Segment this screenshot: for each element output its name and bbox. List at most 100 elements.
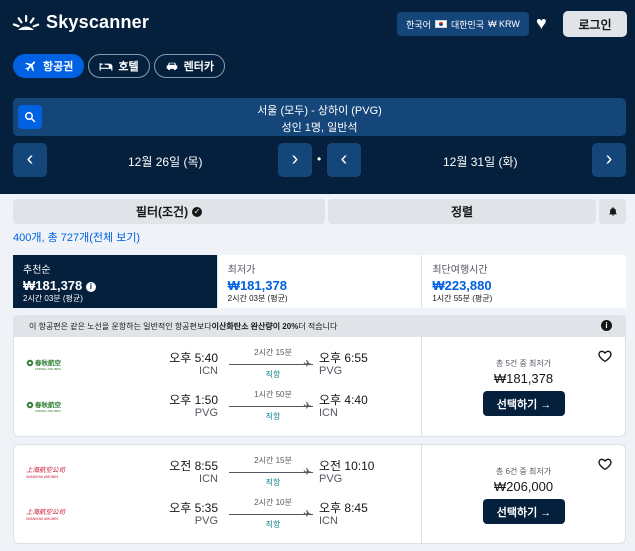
departure-airport: PVG xyxy=(194,407,218,419)
filter-button[interactable]: 필터(조건) ✓ xyxy=(13,199,325,224)
svg-text:上海航空公司: 上海航空公司 xyxy=(26,466,67,474)
locale-selector[interactable]: 한국어 대한민국 ₩ KRW xyxy=(397,12,529,36)
arrival-airport: PVG xyxy=(319,365,343,377)
return-leg: 上海航空公司 SHANGHAI AIRLINES 오후 5:35 PVG 2시간… xyxy=(14,497,423,537)
spring-airlines-logo: 春秋航空 SPRING AIRLINES xyxy=(26,357,68,371)
sort-tabs: 추천순 ₩181,378 i 2시간 03분 (평균) 최저가 ₩181,378… xyxy=(13,255,627,308)
shanghai-airlines-logo-icon: 上海航空公司 SHANGHAI AIRLINES xyxy=(26,508,67,521)
plane-icon xyxy=(25,61,36,72)
chevron-left-icon: ‹ xyxy=(26,148,34,170)
route-line xyxy=(229,406,313,407)
flight-card[interactable]: 上海航空公司 SHANGHAI AIRLINES 오전 8:55 ICN 2시간… xyxy=(13,444,626,544)
spring-airlines-logo: 春秋航空 SPRING AIRLINES xyxy=(26,399,68,413)
eco-banner-suffix: 더 적습니다 xyxy=(298,321,338,331)
flight-price: ₩181,378 xyxy=(493,371,554,386)
departure-time: 오후 1:50 xyxy=(169,393,218,407)
price-panel: 총 5건 중 최저가 ₩181,378 선택하기 → xyxy=(421,337,625,436)
sort-tab-fastest[interactable]: 최단여행시간 ₩223,880 1시간 55분 (평균) xyxy=(422,255,627,308)
bed-icon xyxy=(99,63,113,71)
departure-time: 오전 8:55 xyxy=(169,459,218,473)
logo-text: Skyscanner xyxy=(46,12,150,32)
korea-flag-icon xyxy=(434,20,447,28)
stops-label: 직항 xyxy=(265,370,281,379)
login-button[interactable]: 로그인 xyxy=(563,11,627,37)
departure-airport: PVG xyxy=(194,515,218,527)
sort-tab-best[interactable]: 추천순 ₩181,378 i 2시간 03분 (평균) xyxy=(13,255,218,308)
tab-carhire[interactable]: 렌터카 xyxy=(153,54,225,78)
arrival-airport: PVG xyxy=(319,473,343,485)
bell-icon xyxy=(608,207,617,216)
stops-label: 직항 xyxy=(265,478,281,487)
arrival-airport: ICN xyxy=(319,407,338,419)
vertical-tabs: 항공권 호텔 렌터카 xyxy=(13,54,225,78)
sort-tab-label: 최저가 xyxy=(227,265,256,276)
tab-hotels[interactable]: 호텔 xyxy=(88,54,150,78)
depart-prev-button[interactable]: ‹ xyxy=(13,143,47,177)
price-panel: 총 6건 중 최저가 ₩206,000 선택하기 → xyxy=(421,445,625,543)
route-line xyxy=(229,514,313,515)
svg-text:上海航空公司: 上海航空公司 xyxy=(26,508,67,516)
return-prev-button[interactable]: ‹ xyxy=(327,143,361,177)
sunrise-logo-icon xyxy=(12,14,40,30)
depart-next-button[interactable]: › xyxy=(278,143,312,177)
svg-text:SPRING AIRLINES: SPRING AIRLINES xyxy=(35,409,61,413)
flight-price: ₩206,000 xyxy=(493,479,554,494)
route-line xyxy=(229,364,313,365)
date-separator: • xyxy=(317,152,322,166)
sort-tab-duration: 2시간 03분 (평균) xyxy=(227,294,288,303)
skyscanner-logo[interactable]: Skyscanner xyxy=(12,12,149,33)
filter-label: 필터(조건) xyxy=(135,205,189,219)
search-summary[interactable]: 서울 (모두) - 상하이 (PVG) 성인 1명, 일반석 xyxy=(13,98,626,136)
flight-duration: 2시간 15분 xyxy=(254,348,292,357)
departure-airport: ICN xyxy=(199,473,218,485)
return-date[interactable]: 12월 31일 (화) xyxy=(443,153,517,170)
flight-duration: 2시간 10분 xyxy=(254,498,292,507)
language-label: 한국어 xyxy=(406,19,431,30)
shanghai-airlines-logo: 上海航空公司 SHANGHAI AIRLINES xyxy=(26,465,68,479)
sort-button[interactable]: 정렬 xyxy=(328,199,596,224)
sort-tab-cheapest[interactable]: 최저가 ₩181,378 2시간 03분 (평균) xyxy=(217,255,423,308)
select-button[interactable]: 선택하기 → xyxy=(483,499,565,524)
svg-text:SHANGHAI AIRLINES: SHANGHAI AIRLINES xyxy=(26,475,58,479)
stops-label: 직항 xyxy=(265,520,281,529)
flight-legs: 春秋航空 SPRING AIRLINES 오후 5:40 ICN 2시간 15분… xyxy=(14,337,423,436)
arrival-airport: ICN xyxy=(319,515,338,527)
chevron-left-icon: ‹ xyxy=(340,148,348,170)
eco-banner-highlight: 이산화탄소 완산량이 20% xyxy=(211,321,299,331)
route-text: 서울 (모두) - 상하이 (PVG) xyxy=(257,105,382,117)
deal-count: 총 6건 중 최저가 xyxy=(495,467,552,476)
tab-carhire-label: 렌터카 xyxy=(183,61,214,73)
svg-text:春秋航空: 春秋航空 xyxy=(34,400,62,409)
info-icon[interactable]: i xyxy=(601,320,612,331)
chevron-right-icon: › xyxy=(291,148,299,170)
outbound-leg: 上海航空公司 SHANGHAI AIRLINES 오전 8:55 ICN 2시간… xyxy=(14,455,423,495)
info-icon[interactable]: i xyxy=(85,281,96,292)
result-count-link[interactable]: 400개, 총 727개(전체 보기) xyxy=(13,229,140,245)
arrival-time: 오후 4:40 xyxy=(319,393,368,407)
depart-date[interactable]: 12월 26일 (목) xyxy=(128,153,202,170)
departure-time: 오후 5:35 xyxy=(169,501,218,515)
car-icon xyxy=(166,62,177,71)
flight-duration: 2시간 15분 xyxy=(254,456,292,465)
arrival-time: 오전 10:10 xyxy=(319,459,375,473)
svg-text:SHANGHAI AIRLINES: SHANGHAI AIRLINES xyxy=(26,517,58,521)
sort-tab-price: ₩181,378 xyxy=(23,278,83,293)
return-next-button[interactable]: › xyxy=(592,143,626,177)
svg-text:SPRING AIRLINES: SPRING AIRLINES xyxy=(35,367,61,371)
eco-banner: 이 항공편은 같은 노선을 운항하는 일반적인 항공편보다 이산화탄소 완산량이… xyxy=(13,315,626,337)
flight-card[interactable]: 春秋航空 SPRING AIRLINES 오후 5:40 ICN 2시간 15분… xyxy=(13,337,626,437)
header: Skyscanner 한국어 대한민국 ₩ KRW ♥ 로그인 항공권 호텔 렌… xyxy=(0,0,635,194)
select-button[interactable]: 선택하기 → xyxy=(483,391,565,416)
deal-count: 총 5건 중 최저가 xyxy=(495,359,552,368)
shanghai-airlines-logo-icon: 上海航空公司 SHANGHAI AIRLINES xyxy=(26,466,67,479)
price-alert-button[interactable] xyxy=(599,199,626,224)
departure-time: 오후 5:40 xyxy=(169,351,218,365)
route-line xyxy=(229,472,313,473)
spring-airlines-logo-icon: 春秋航空 SPRING AIRLINES xyxy=(26,400,62,413)
passengers-text: 성인 1명, 일반석 xyxy=(281,122,358,134)
favorites-heart-icon[interactable]: ♥ xyxy=(536,14,547,32)
tab-flights-label: 항공권 xyxy=(43,61,74,73)
shanghai-airlines-logo: 上海航空公司 SHANGHAI AIRLINES xyxy=(26,507,68,521)
tab-flights[interactable]: 항공권 xyxy=(13,54,85,78)
svg-text:春秋航空: 春秋航空 xyxy=(34,358,62,367)
